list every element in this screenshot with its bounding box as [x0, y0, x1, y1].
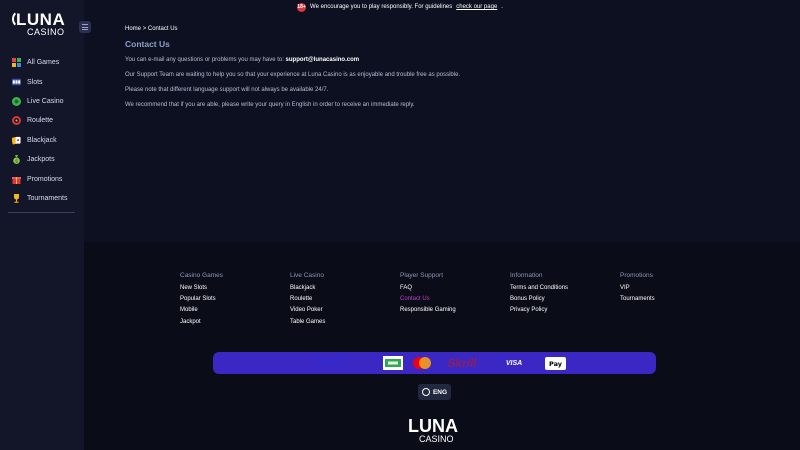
footer: Casino Games New Slots Popular Slots Mob… — [84, 242, 800, 450]
cards-icon — [12, 136, 21, 145]
support-email-link[interactable]: support@lunacasino.com — [286, 57, 360, 63]
luna-casino-logo[interactable]: LUNA CASINO — [12, 10, 74, 38]
footer-column-casino-games: Casino Games New Slots Popular Slots Mob… — [180, 272, 290, 330]
trophy-icon — [12, 193, 21, 203]
sidebar-item-label: Live Casino — [27, 97, 64, 105]
footer-logo-sub: CASINO — [419, 434, 454, 444]
email-intro: You can e-mail any questions or problems… — [125, 57, 284, 63]
footer-link-jackpot[interactable]: Jackpot — [180, 319, 290, 330]
sidebar-divider — [8, 212, 75, 213]
grid-icon — [12, 58, 21, 68]
chip-icon — [12, 96, 21, 106]
footer-heading: Information — [510, 272, 543, 279]
sidebar-item-label: Blackjack — [27, 136, 57, 144]
sidebar-item-label: Tournaments — [27, 194, 68, 202]
notice-text: We encourage you to play responsibly. Fo… — [310, 4, 453, 10]
sidebar-item-label: Jackpots — [27, 156, 55, 164]
notice-suffix: . — [501, 4, 503, 10]
footer-link-vip[interactable]: VIP — [620, 285, 730, 296]
footer-heading: Casino Games — [180, 272, 223, 279]
visa-logo: VISA — [505, 359, 523, 367]
menu-toggle-button[interactable] — [79, 21, 91, 33]
footer-heading: Player Support — [400, 272, 443, 279]
gift-icon — [12, 175, 21, 184]
sidebar-item-promotions[interactable]: Promotions — [0, 169, 84, 188]
footer-link-faq[interactable]: FAQ — [400, 285, 510, 296]
svg-text:Pay: Pay — [549, 360, 563, 368]
footer-heading: Live Casino — [290, 272, 324, 279]
slot-machine-icon — [12, 78, 21, 87]
sidebar-item-label: Slots — [27, 78, 43, 86]
responsible-gaming-notice: 18+ We encourage you to play responsibly… — [0, 0, 800, 14]
language-support-paragraph: Please note that different language supp… — [125, 87, 329, 93]
roulette-icon — [12, 116, 21, 126]
footer-column-live-casino: Live Casino Blackjack Roulette Video Pok… — [290, 272, 400, 330]
footer-columns: Casino Games New Slots Popular Slots Mob… — [180, 272, 730, 330]
footer-column-player-support: Player Support FAQ Contact Us Responsibl… — [400, 272, 510, 330]
breadcrumb: Home > Contact Us — [125, 26, 460, 32]
sidebar-item-label: Roulette — [27, 117, 54, 125]
email-paragraph: You can e-mail any questions or problems… — [125, 57, 460, 64]
footer-link-popular-slots[interactable]: Popular Slots — [180, 296, 290, 307]
language-label: ENG — [432, 388, 448, 396]
footer-link-contact-us[interactable]: Contact Us — [400, 296, 510, 307]
sidebar-item-roulette[interactable]: Roulette — [0, 111, 84, 130]
footer-link-tournaments[interactable]: Tournaments — [620, 296, 730, 307]
check-our-page-link[interactable]: check our page — [456, 4, 497, 10]
support-team-paragraph: Our Support Team are waiting to help you… — [125, 72, 461, 78]
neteller-logo: Neteller — [316, 359, 342, 367]
footer-heading: Promotions — [620, 272, 653, 279]
sidebar-item-all-games[interactable]: All Games — [0, 53, 84, 72]
age-restriction-icon: 18+ — [297, 2, 307, 12]
english-query-paragraph: We recommend that if you are able, pleas… — [125, 102, 415, 108]
mastercard-logo — [413, 356, 431, 370]
footer-link-video-poker[interactable]: Video Poker — [290, 307, 400, 318]
sidebar-item-blackjack[interactable]: Blackjack — [0, 131, 84, 150]
page-title: Contact Us — [125, 39, 170, 49]
footer-link-responsible-gaming[interactable]: Responsible Gaming — [400, 307, 510, 318]
svg-text:$: $ — [15, 158, 18, 164]
footer-link-table-games[interactable]: Table Games — [290, 319, 400, 330]
sidebar-item-live-casino[interactable]: Live Casino — [0, 92, 84, 111]
globe-icon — [421, 388, 430, 396]
main-content: Home > Contact Us Contact Us You can e-m… — [125, 26, 460, 109]
footer-column-information: Information Terms and Conditions Bonus P… — [510, 272, 620, 330]
footer-column-promotions: Promotions VIP Tournaments — [620, 272, 730, 330]
sidebar: LUNA CASINO All Games Slots Live Casino … — [0, 0, 84, 450]
footer-link-new-slots[interactable]: New Slots — [180, 285, 290, 296]
sidebar-nav: All Games Slots Live Casino Roulette Bla… — [0, 53, 84, 213]
breadcrumb-current: Contact Us — [147, 26, 178, 32]
sidebar-item-jackpots[interactable]: $ Jackpots — [0, 150, 84, 169]
footer-link-terms[interactable]: Terms and Conditions — [510, 285, 620, 296]
money-bag-icon: $ — [12, 155, 21, 165]
footer-link-bonus-policy[interactable]: Bonus Policy — [510, 296, 620, 307]
footer-luna-casino-logo: LUNA CASINO — [404, 416, 466, 446]
sidebar-item-tournaments[interactable]: Tournaments — [0, 189, 84, 208]
breadcrumb-home-link[interactable]: Home — [125, 26, 141, 32]
logo-sub: CASINO — [27, 27, 65, 37]
sidebar-item-label: All Games — [27, 59, 60, 67]
payment-methods-bar: Neteller Skrill VISA Pay — [213, 352, 656, 374]
footer-link-privacy-policy[interactable]: Privacy Policy — [510, 307, 620, 318]
sidebar-item-slots[interactable]: Slots — [0, 72, 84, 91]
hamburger-icon — [82, 24, 88, 25]
interac-logo — [383, 356, 403, 370]
sidebar-item-label: Promotions — [27, 175, 63, 183]
footer-link-blackjack[interactable]: Blackjack — [290, 285, 400, 296]
language-selector[interactable]: ENG — [418, 384, 451, 400]
apple-pay-logo: Pay — [545, 356, 566, 370]
footer-link-mobile[interactable]: Mobile — [180, 307, 290, 318]
skrill-logo: Skrill — [447, 356, 477, 370]
breadcrumb-separator: > — [142, 26, 147, 32]
footer-link-roulette[interactable]: Roulette — [290, 296, 400, 307]
